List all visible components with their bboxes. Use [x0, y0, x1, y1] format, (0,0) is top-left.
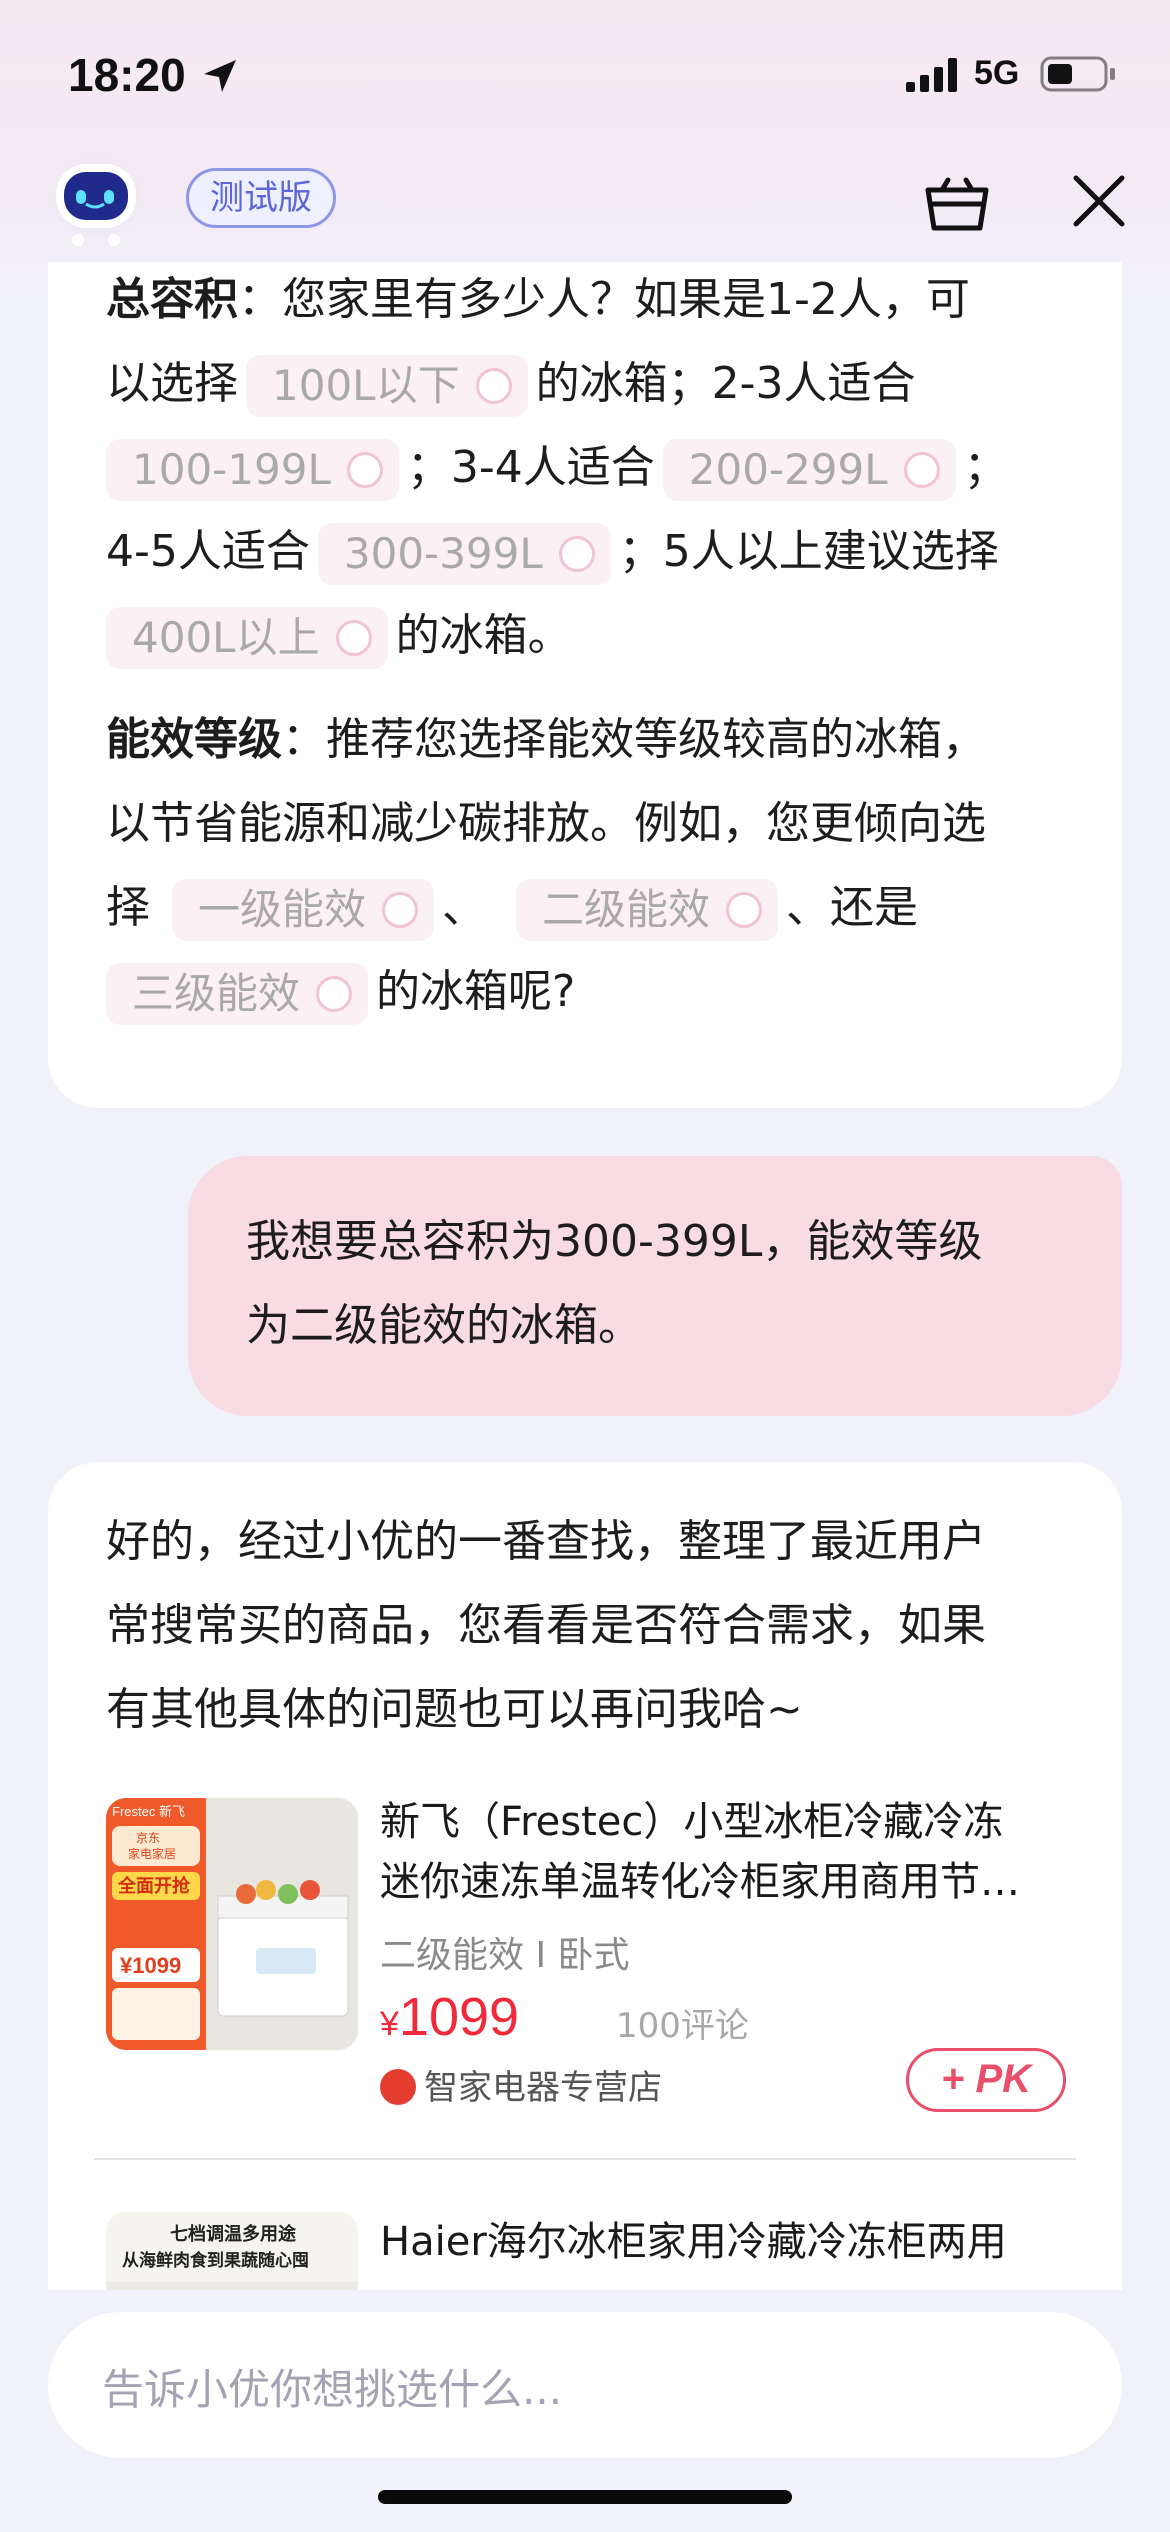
capacity-line: 4-5人适合 300-399L ；5人以上建议选择	[106, 522, 999, 585]
product-item[interactable]: 七档调温多用途 从海鲜肉食到果蔬随心囤 Haier海尔冰柜家用冷藏冷冻柜两用	[106, 2212, 1066, 2290]
capacity-text: 的冰箱。	[395, 610, 572, 661]
radio-icon	[903, 451, 940, 488]
battery-icon	[1040, 56, 1115, 92]
intro-line: 好的，经过小优的一番查找，整理了最近用户	[106, 1516, 986, 1567]
svg-text:从海鲜肉食到果蔬随心囤: 从海鲜肉食到果蔬随心囤	[122, 2250, 309, 2271]
capacity-line: 100-199L ；3-4人适合 200-299L；	[106, 438, 1008, 501]
energy-heading: 能效等级	[106, 714, 282, 765]
energy-text: 、	[442, 882, 487, 933]
svg-text:京东: 京东	[136, 1831, 160, 1845]
chat-scroll-area[interactable]: 总容积：您家里有多少人？如果是1-2人，可 以选择 100L以下 的冰箱；2-3人适…	[0, 262, 1170, 2290]
product-reviews: 100评论	[616, 2006, 749, 2046]
shopping-cart-icon[interactable]	[922, 166, 992, 236]
product-title[interactable]: Haier海尔冰柜家用冷藏冷冻柜两用	[380, 2212, 1070, 2272]
energy-text: ：推荐您选择能效等级较高的冰箱，	[282, 714, 986, 765]
assistant-recommendation-card: 好的，经过小优的一番查找，整理了最近用户 常搜常买的商品，您看看是否符合需求，如…	[48, 1462, 1122, 2290]
product-title[interactable]: 迷你速冻单温转化冷柜家用商用节…	[380, 1852, 1070, 1912]
status-time: 18:20	[68, 49, 186, 101]
intro-line: 有其他具体的问题也可以再问我哈~	[106, 1684, 803, 1735]
option-chip-300-399l[interactable]: 300-399L	[317, 523, 611, 585]
option-chip-400l-above[interactable]: 400L以上	[106, 607, 388, 669]
svg-text:Frestec 新飞: Frestec 新飞	[112, 1804, 185, 1819]
location-arrow-icon	[204, 60, 236, 92]
shop-name[interactable]: 智家电器专营店	[380, 2060, 662, 2109]
svg-text:¥1099: ¥1099	[120, 1953, 181, 1978]
radio-icon	[726, 891, 763, 928]
option-chip-energy-level-3[interactable]: 三级能效	[106, 963, 369, 1025]
radio-icon	[558, 535, 595, 572]
assistant-message-card: 总容积：您家里有多少人？如果是1-2人，可 以选择 100L以下 的冰箱；2-3人适…	[48, 262, 1122, 1108]
radio-icon	[316, 975, 353, 1012]
capacity-text: ；3-4人适合	[406, 442, 655, 493]
close-icon[interactable]	[1068, 170, 1130, 232]
product-divider	[94, 2158, 1076, 2160]
energy-line: 以节省能源和减少碳排放。例如，您更倾向选	[106, 794, 986, 854]
energy-line: 三级能效 的冰箱呢?	[106, 962, 575, 1025]
capacity-text: 的冰箱；2-3人适合	[535, 358, 916, 409]
chat-input-placeholder: 告诉小优你想挑选什么...	[102, 2365, 563, 2414]
svg-text:全面开抢: 全面开抢	[117, 1875, 191, 1897]
capacity-text: ；	[963, 442, 1008, 493]
product-price: ¥1099	[380, 1987, 520, 2047]
energy-text: 、还是	[786, 882, 919, 933]
intro-line: 常搜常买的商品，您看看是否符合需求，如果	[106, 1600, 986, 1651]
option-chip-energy-level-2[interactable]: 二级能效	[516, 879, 779, 941]
capacity-text: 4-5人适合	[106, 526, 310, 577]
capacity-heading: 总容积	[106, 274, 238, 325]
user-message-line: 为二级能效的冰箱。	[246, 1300, 642, 1351]
capacity-line: 总容积：您家里有多少人？如果是1-2人，可	[106, 270, 970, 330]
cellular-signal-icon	[906, 58, 957, 92]
pk-compare-button[interactable]: + PK	[906, 2048, 1066, 2112]
user-message-bubble: 我想要总容积为300-399L，能效等级 为二级能效的冰箱。	[188, 1156, 1122, 1416]
energy-line: 能效等级：推荐您选择能效等级较高的冰箱，	[106, 710, 986, 770]
capacity-line: 以选择 100L以下 的冰箱；2-3人适合	[106, 354, 915, 417]
option-chip-100l-below[interactable]: 100L以下	[246, 355, 528, 417]
product-image[interactable]: 七档调温多用途 从海鲜肉食到果蔬随心囤	[106, 2212, 358, 2290]
beta-badge: 测试版	[186, 168, 336, 228]
radio-icon	[382, 891, 419, 928]
chat-input[interactable]: 告诉小优你想挑选什么...	[48, 2312, 1122, 2458]
energy-text: 的冰箱呢?	[376, 966, 576, 1017]
network-type: 5G	[974, 54, 1020, 92]
option-chip-energy-level-1[interactable]: 一级能效	[172, 879, 435, 941]
shop-logo-icon	[380, 2068, 416, 2105]
energy-line: 择一级能效、二级能效 、还是	[106, 878, 918, 941]
product-subtitle: 二级能效 I 卧式	[380, 1935, 630, 1976]
radio-icon	[346, 451, 383, 488]
home-indicator[interactable]	[378, 2490, 792, 2504]
capacity-text: 以选择	[106, 358, 238, 409]
user-message-line: 我想要总容积为300-399L，能效等级	[246, 1216, 983, 1267]
assistant-avatar-icon[interactable]	[40, 150, 150, 250]
status-bar: 18:20 5G	[0, 0, 1170, 150]
svg-text:家电家居: 家电家居	[128, 1846, 176, 1861]
option-chip-100-199l[interactable]: 100-199L	[106, 439, 399, 501]
capacity-text: ：您家里有多少人？如果是1-2人，可	[238, 274, 970, 325]
product-item[interactable]: Frestec 新飞 京东 家电家居 全面开抢 ¥1099 新飞（Frestec…	[106, 1798, 1066, 2112]
capacity-line: 400L以上 的冰箱。	[106, 606, 572, 669]
option-chip-200-299l[interactable]: 200-299L	[662, 439, 956, 501]
product-title[interactable]: 新飞（Frestec）小型冰柜冷藏冷冻	[380, 1792, 1070, 1852]
svg-text:七档调温多用途: 七档调温多用途	[170, 2223, 297, 2245]
energy-text: 择	[106, 882, 150, 933]
radio-icon	[475, 367, 512, 404]
capacity-text: ；5人以上建议选择	[618, 526, 999, 577]
product-image[interactable]: Frestec 新飞 京东 家电家居 全面开抢 ¥1099	[106, 1798, 358, 2050]
energy-text: 以节省能源和减少碳排放。例如，您更倾向选	[106, 798, 986, 849]
radio-icon	[335, 619, 372, 656]
